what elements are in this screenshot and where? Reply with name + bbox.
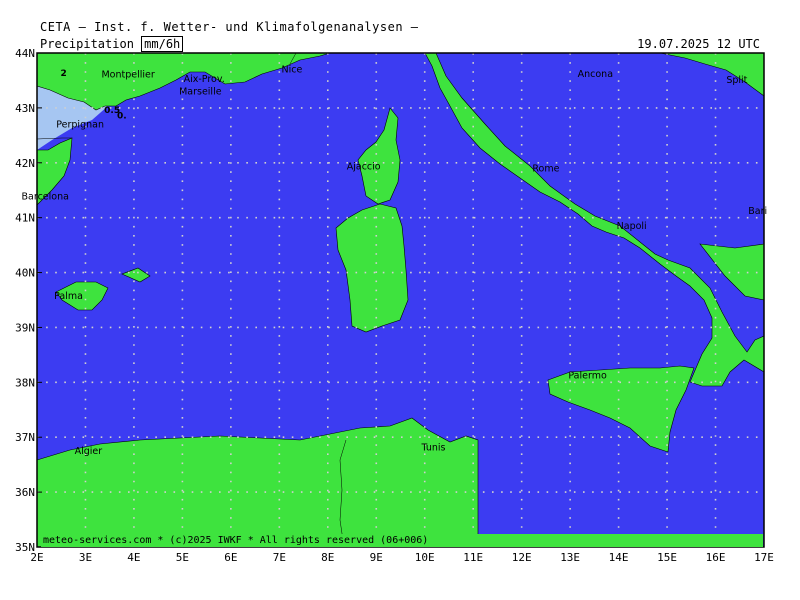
precipitation-map: 2E 3E 4E 5E 6E 7E 8E 9E 10E 11E 12E 13E 14E 15E 16E 17E… — [15, 47, 774, 564]
city-label: Napoli — [617, 221, 647, 232]
city-label: Perpignan — [56, 119, 104, 130]
lon-tick-label: 6E — [224, 551, 237, 564]
lat-tick-label: 39N — [15, 321, 35, 334]
lon-tick-label: 3E — [79, 551, 92, 564]
city-label: Tunis — [420, 443, 445, 454]
city-label: Rome — [532, 163, 559, 174]
latitude-labels: 35N 36N 37N 38N 39N 40N 41N 42N 43N 44N — [15, 47, 35, 554]
lon-tick-label: 14E — [609, 551, 629, 564]
city-label: Nice — [282, 64, 303, 75]
longitude-labels: 2E 3E 4E 5E 6E 7E 8E 9E 10E 11E 12E 13E 14E 15E 16E 17E — [30, 551, 774, 564]
lon-tick-label: 13E — [560, 551, 580, 564]
lon-tick-label: 8E — [321, 551, 334, 564]
lon-tick-label: 15E — [657, 551, 677, 564]
city-label: Palermo — [568, 371, 607, 382]
lat-tick-label: 42N — [15, 157, 35, 170]
lon-tick-label: 17E — [754, 551, 774, 564]
lat-tick-label: 38N — [15, 376, 35, 389]
lat-tick-label: 37N — [15, 431, 35, 444]
lon-tick-label: 5E — [176, 551, 189, 564]
city-label: Split — [726, 75, 747, 86]
contour-label: 2 — [61, 69, 67, 79]
lat-tick-label: 35N — [15, 541, 35, 554]
lat-tick-label: 40N — [15, 267, 35, 280]
lat-tick-label: 41N — [15, 212, 35, 225]
lon-tick-label: 7E — [273, 551, 286, 564]
lon-tick-label: 12E — [512, 551, 532, 564]
lon-tick-label: 11E — [463, 551, 483, 564]
lon-tick-label: 10E — [415, 551, 435, 564]
city-label: Algier — [75, 446, 103, 457]
city-label: Ajaccio — [347, 162, 381, 173]
lon-tick-label: 9E — [370, 551, 383, 564]
contour-label: 0. — [117, 112, 127, 122]
lon-tick-label: 4E — [127, 551, 140, 564]
city-label: Aix-Prov. — [184, 74, 225, 85]
city-label: Marseille — [179, 86, 222, 97]
lat-tick-label: 43N — [15, 102, 35, 115]
city-label: Palma — [54, 291, 83, 302]
city-label: Bari — [748, 206, 767, 217]
lat-tick-label: 44N — [15, 47, 35, 60]
city-label: Barcelona — [22, 191, 69, 202]
city-label: Montpellier — [101, 69, 154, 80]
city-label: Ancona — [578, 69, 613, 80]
footer-copyright: meteo-services.com * (c)2025 IWKF * All … — [41, 534, 763, 547]
lon-tick-label: 16E — [706, 551, 726, 564]
lat-tick-label: 36N — [15, 486, 35, 499]
